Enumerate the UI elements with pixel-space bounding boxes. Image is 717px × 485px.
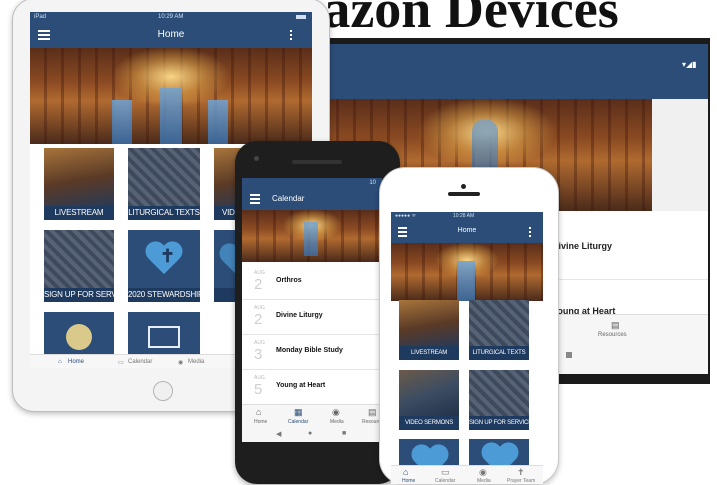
iphone-speaker <box>448 192 480 196</box>
android-tab-resources[interactable]: Resourc <box>362 419 381 425</box>
ipad-tile-sign-up[interactable]: SIGN UP FOR SERVICES <box>44 230 114 302</box>
media-icon[interactable]: ◉ <box>332 408 340 417</box>
iphone-tile-liturgical-texts[interactable]: LITURGICAL TEXTS <box>469 300 529 360</box>
recents-icon[interactable]: ■ <box>342 430 346 437</box>
iphone-hero-image <box>391 243 543 301</box>
calendar-icon[interactable]: ▭ <box>118 359 124 366</box>
ipad-tile-bulletin[interactable] <box>44 312 114 356</box>
android-tab-calendar[interactable]: Calendar <box>288 419 308 425</box>
android-tab-media[interactable]: Media <box>330 419 344 425</box>
back-icon[interactable]: ◀ <box>276 430 281 438</box>
cross-icon: ✝ <box>160 246 176 266</box>
iphone-tab-home[interactable]: Home <box>402 478 415 484</box>
event-item[interactable]: AUG 5 Young at Heart <box>242 370 382 405</box>
battery-icon <box>296 15 306 19</box>
ipad-tile-livestream[interactable]: LIVESTREAM <box>44 148 114 220</box>
ipad-hero-image <box>30 48 312 144</box>
home-circle-icon[interactable]: ● <box>308 430 312 437</box>
media-icon[interactable]: ◉ <box>178 359 183 366</box>
iphone-tab-prayer-team[interactable]: Prayer Team <box>507 478 535 484</box>
media-icon[interactable]: ◉ <box>479 468 487 477</box>
book-icon[interactable]: ▤ <box>611 321 620 330</box>
heart-icon <box>412 445 448 465</box>
android-screen: 10 Calendar AUG 2 Orthros AUG 2 Divine L… <box>242 178 382 442</box>
more-vert-icon[interactable] <box>290 34 292 36</box>
iphone-tile-stewardship[interactable] <box>399 439 459 465</box>
iphone-tile-livestream[interactable]: LIVESTREAM <box>399 300 459 360</box>
ipad-tile-newsletter[interactable] <box>128 312 200 356</box>
iphone-tile-video-sermons[interactable]: VIDEO SERMONS <box>399 370 459 430</box>
ipad-tab-media[interactable]: Media <box>188 359 204 365</box>
iphone-status-bar: ●●●●● ᯤ 10:28 AM <box>391 212 543 221</box>
home-icon[interactable]: ⌂ <box>58 359 62 365</box>
book-icon[interactable]: ▤ <box>368 408 377 417</box>
iphone-tile-sign-up[interactable]: SIGN UP FOR SERVICES <box>469 370 529 430</box>
android-status-bar: 10 <box>242 178 382 188</box>
event-item[interactable]: AUG 2 Divine Liturgy <box>242 300 382 335</box>
ipad-home-button[interactable] <box>153 381 173 401</box>
mail-icon <box>148 326 180 348</box>
ipad-tile-stewardship[interactable]: ✝ 2020 STEWARDSHIP FORM <box>128 230 200 302</box>
ipad-status-left: iPad <box>34 14 47 20</box>
stop-icon[interactable] <box>566 352 572 358</box>
more-vert-icon[interactable] <box>529 231 531 233</box>
iphone-screen: ●●●●● ᯤ 10:28 AM Home LIVESTREAM LITURGI… <box>391 212 543 484</box>
iphone-tab-bar: ⌂ Home ▭ Calendar ◉ Media ✝ Prayer Team <box>391 465 543 484</box>
cross-icon[interactable]: ✝ <box>517 468 525 477</box>
iphone-status-left: ●●●●● ᯤ <box>395 213 417 219</box>
android-tab-home[interactable]: Home <box>254 419 267 425</box>
calendar-icon[interactable]: ▭ <box>441 468 450 477</box>
android-tab-bar: ⌂ Home ▦ Calendar ◉ Media ▤ Resourc <box>242 404 382 429</box>
ipad-nav-bar: Home <box>30 22 312 48</box>
android-nav-title: Calendar <box>272 194 305 203</box>
home-icon[interactable]: ⌂ <box>403 468 408 477</box>
home-icon[interactable]: ⌂ <box>256 408 261 417</box>
event-item[interactable]: AUG 2 Orthros <box>242 265 382 300</box>
tablet-row-divine-liturgy[interactable]: Divine Liturgy <box>552 241 612 251</box>
iphone-tab-media[interactable]: Media <box>477 478 491 484</box>
iphone-nav-bar: Home <box>391 221 543 243</box>
ipad-status-time: 10:29 AM <box>158 14 184 20</box>
ipad-tab-home[interactable]: Home <box>68 359 84 365</box>
ipad-nav-title: Home <box>157 29 185 40</box>
android-nav-bar: Calendar <box>242 188 382 210</box>
pin-icon <box>66 324 92 350</box>
tablet-nav-bar: ▾◢▮ <box>322 44 708 99</box>
ipad-tab-calendar[interactable]: Calendar <box>128 359 152 365</box>
menu-icon[interactable] <box>250 198 260 200</box>
iphone-tile-partial[interactable] <box>469 439 529 465</box>
iphone-camera <box>461 184 466 189</box>
android-hero-image <box>242 210 382 262</box>
tablet-tab-resources[interactable]: Resources <box>598 332 627 338</box>
android-system-nav: ◀ ● ■ <box>242 428 382 442</box>
event-item[interactable]: AUG 3 Monday Bible Study <box>242 335 382 370</box>
iphone-status-time: 10:28 AM <box>453 213 475 219</box>
signal-icon: ▾◢▮ <box>682 60 697 69</box>
iphone-nav-title: Home <box>457 227 477 234</box>
ipad-status-bar: iPad 10:29 AM <box>30 12 312 22</box>
heart-icon <box>482 443 518 465</box>
android-status-time: 10 <box>369 180 376 186</box>
ipad-tile-liturgical-texts[interactable]: LITURGICAL TEXTS <box>128 148 200 220</box>
iphone-tab-calendar[interactable]: Calendar <box>435 478 455 484</box>
calendar-icon[interactable]: ▦ <box>294 408 303 417</box>
